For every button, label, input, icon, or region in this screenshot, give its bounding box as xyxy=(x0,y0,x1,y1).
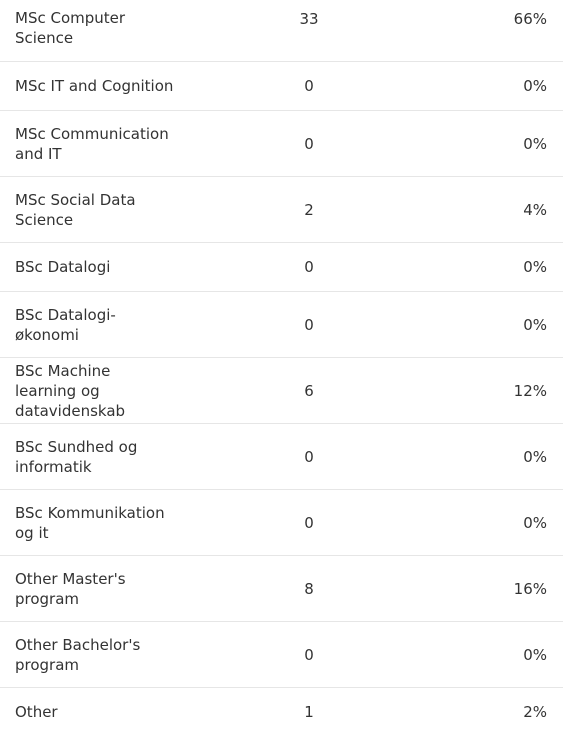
table-row: MSc Computer Science 33 66% xyxy=(0,0,563,62)
table-row: BSc Machine learning og datavidenskab 6 … xyxy=(0,358,563,424)
response-percent: 66% xyxy=(513,10,547,28)
response-percent: 0% xyxy=(523,513,547,532)
response-count: 0 xyxy=(304,134,314,153)
program-name: Other Bachelor's program xyxy=(15,635,141,674)
response-count: 2 xyxy=(304,200,314,219)
response-count: 0 xyxy=(304,77,314,95)
response-count: 0 xyxy=(304,315,314,334)
response-percent: 0% xyxy=(523,447,547,466)
response-percent: 0% xyxy=(523,77,547,95)
response-count: 33 xyxy=(299,10,319,28)
response-percent: 4% xyxy=(523,200,547,219)
program-name: BSc Kommunikation og it xyxy=(15,503,165,542)
table-row: MSc Social Data Science 2 4% xyxy=(0,177,563,243)
response-percent: 0% xyxy=(523,134,547,153)
program-name: MSc Computer Science xyxy=(15,9,126,47)
response-percent: 12% xyxy=(513,381,547,400)
table-row: Other Master's program 8 16% xyxy=(0,556,563,622)
response-count: 1 xyxy=(304,703,314,721)
response-percent: 0% xyxy=(523,258,547,276)
program-name: Other xyxy=(15,703,58,721)
program-name: MSc Social Data Science xyxy=(15,190,136,229)
response-percent: 2% xyxy=(523,703,547,721)
table-row: Other Bachelor's program 0 0% xyxy=(0,622,563,688)
table-row: BSc Datalogi-økonomi 0 0% xyxy=(0,292,563,358)
table-row: Other 1 2% xyxy=(0,688,563,736)
response-count: 0 xyxy=(304,513,314,532)
response-count: 6 xyxy=(304,381,314,400)
response-count: 0 xyxy=(304,258,314,276)
table-row: MSc IT and Cognition 0 0% xyxy=(0,62,563,111)
table-row: BSc Sundhed og informatik 0 0% xyxy=(0,424,563,490)
table-row: BSc Datalogi 0 0% xyxy=(0,243,563,292)
program-name: MSc Communication and IT xyxy=(15,124,169,163)
program-name: BSc Datalogi-økonomi xyxy=(15,305,116,344)
table-row: MSc Communication and IT 0 0% xyxy=(0,111,563,177)
response-percent: 0% xyxy=(523,645,547,664)
program-name: BSc Datalogi xyxy=(15,258,111,276)
response-percent: 16% xyxy=(513,579,547,598)
response-percent: 0% xyxy=(523,315,547,334)
table-row: BSc Kommunikation og it 0 0% xyxy=(0,490,563,556)
program-name: BSc Sundhed og informatik xyxy=(15,437,138,476)
program-name: Other Master's program xyxy=(15,569,126,608)
response-count: 8 xyxy=(304,579,314,598)
program-name: MSc IT and Cognition xyxy=(15,77,174,95)
response-count: 0 xyxy=(304,645,314,664)
response-count: 0 xyxy=(304,447,314,466)
results-table: MSc Computer Science 33 66% MSc IT and C… xyxy=(0,0,563,736)
program-name: BSc Machine learning og datavidenskab xyxy=(15,361,126,420)
